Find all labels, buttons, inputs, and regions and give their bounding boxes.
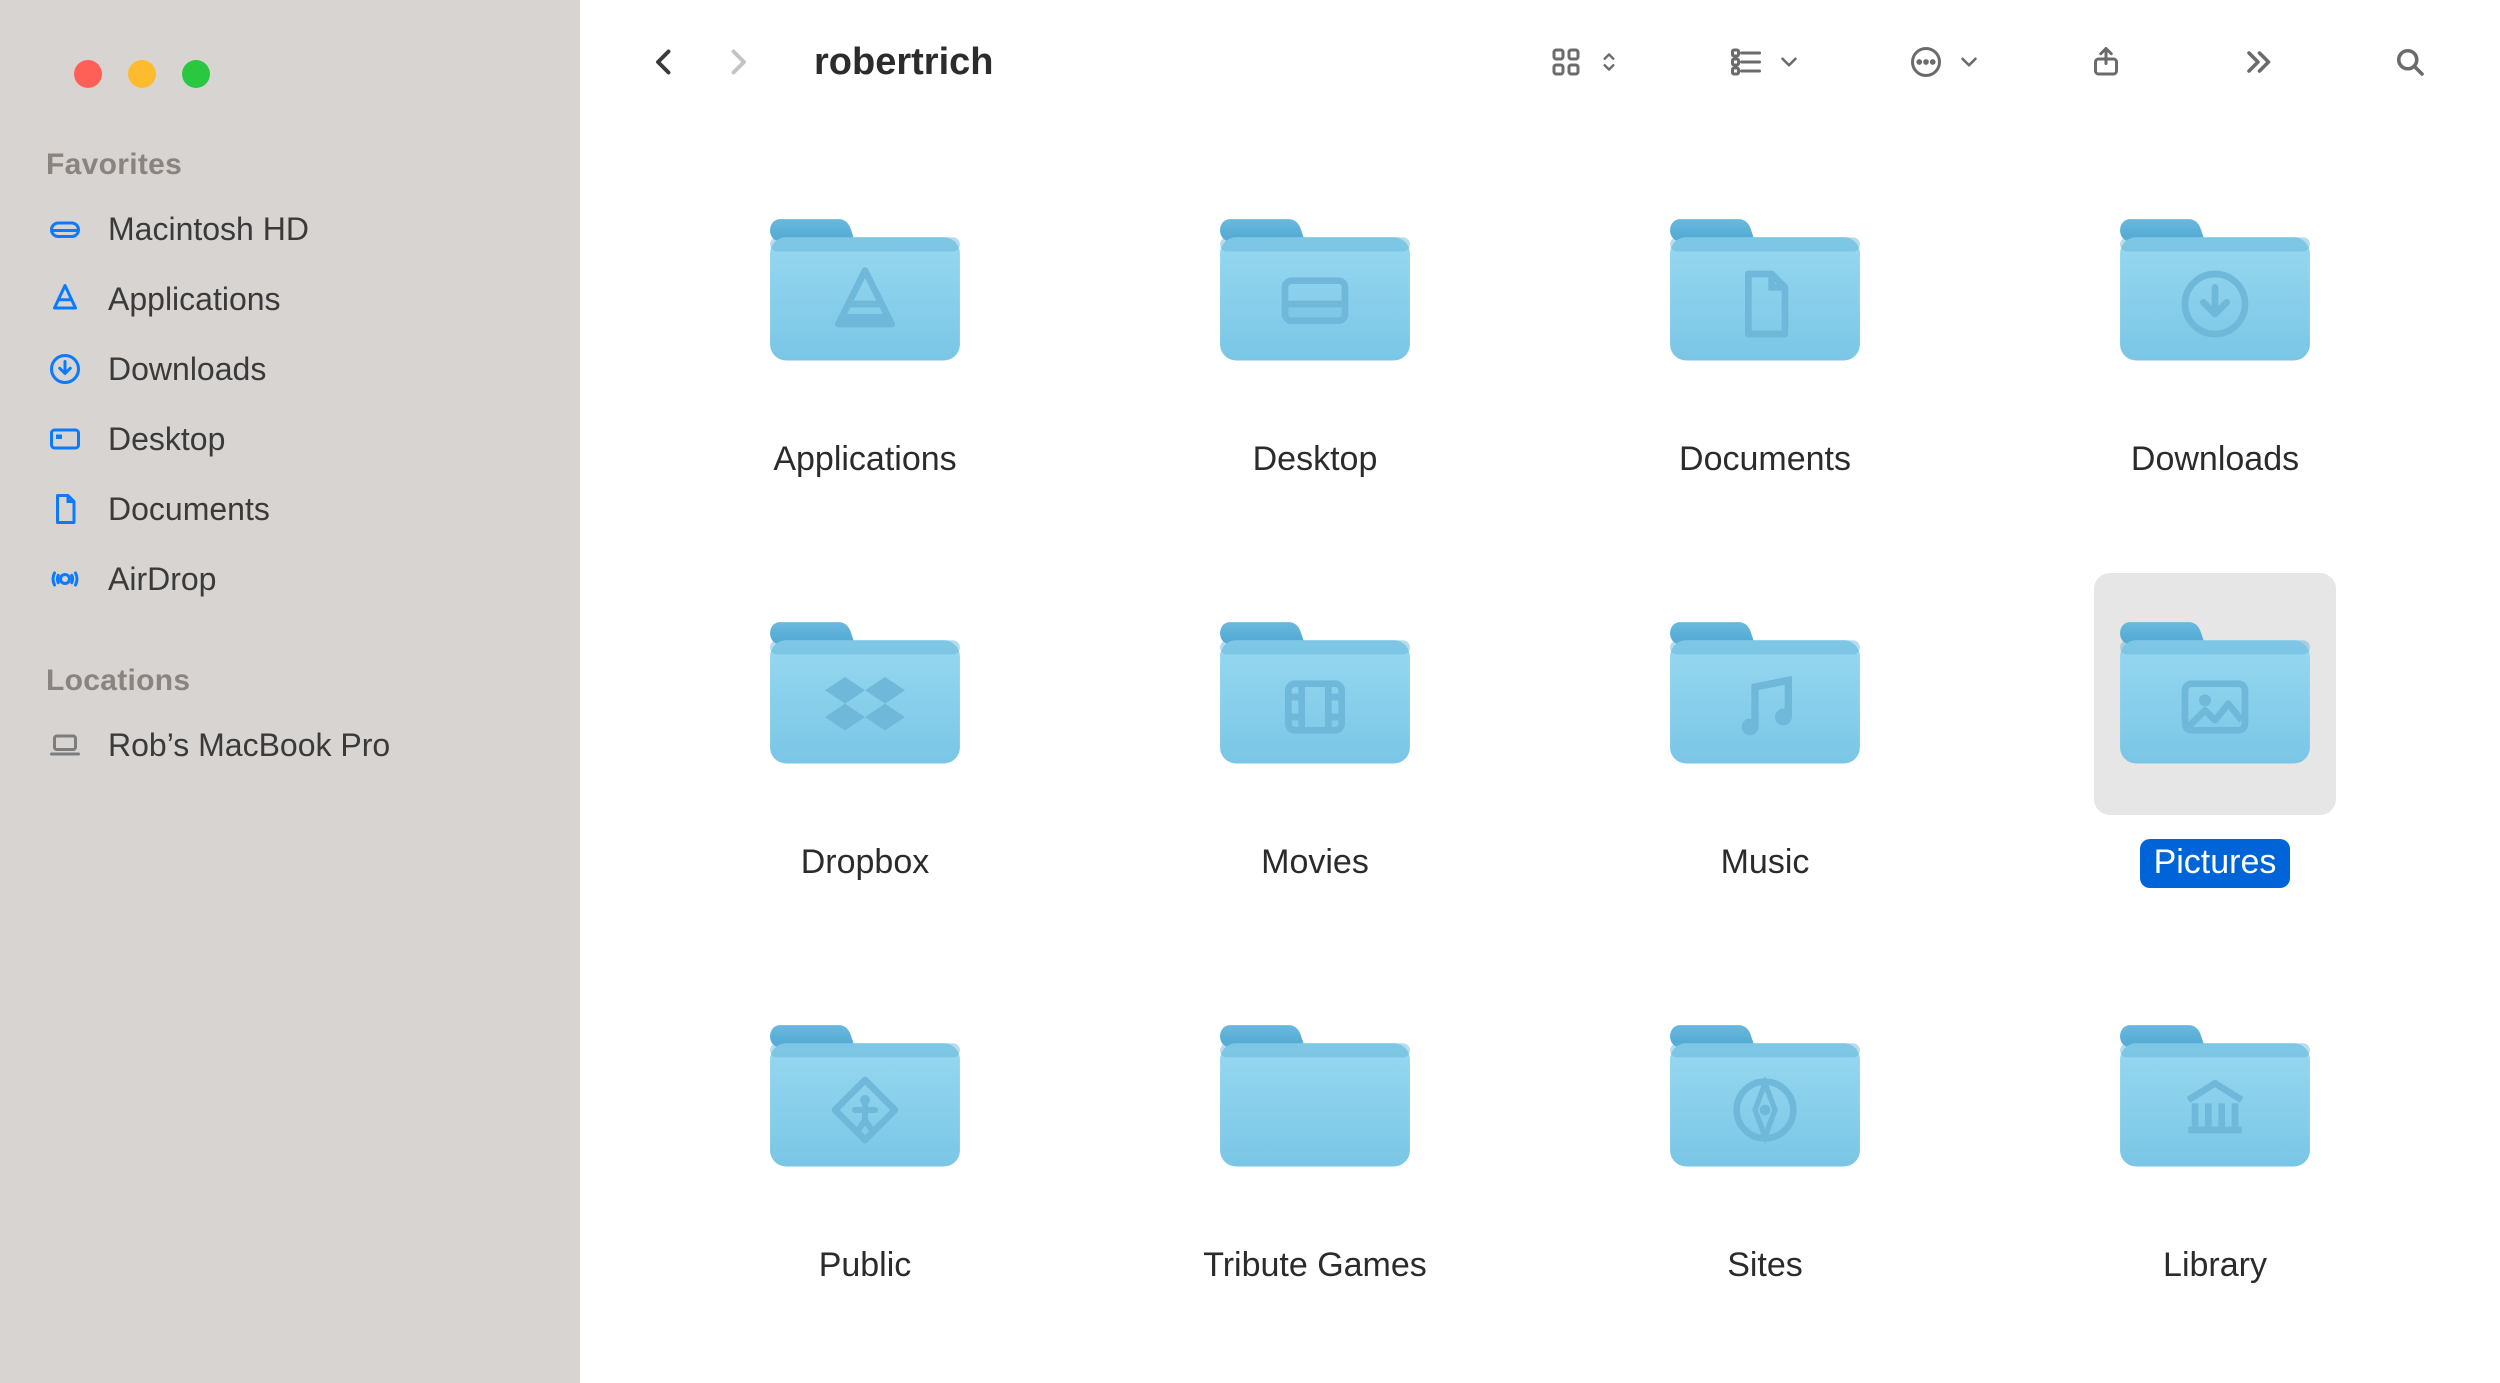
folder-label: Public — [805, 1242, 926, 1291]
content-pane: robertrich ApplicationsDeskt — [580, 0, 2500, 1383]
folder-label: Documents — [1665, 436, 1865, 485]
folder-grid: Applications Desktop Documents Downloads Dro… — [580, 120, 2500, 1383]
window-controls — [40, 30, 550, 138]
folder-label: Desktop — [1239, 436, 1392, 485]
folder-item-documents[interactable]: Documents — [1560, 170, 1970, 485]
group-view-icon — [1718, 34, 1774, 90]
favorites-header: Favorites — [40, 138, 550, 194]
document-icon — [44, 488, 86, 530]
toolbar-overflow-button[interactable] — [2230, 34, 2286, 90]
folder-icon — [2094, 573, 2336, 815]
folder-icon — [1644, 976, 1886, 1218]
folder-icon — [1194, 573, 1436, 815]
window-title: robertrich — [784, 41, 1520, 84]
folder-icon — [744, 170, 986, 412]
sidebar-item-macintosh-hd[interactable]: Macintosh HD — [40, 194, 550, 264]
folder-label: Tribute Games — [1189, 1242, 1441, 1291]
sidebar-item-label: Macintosh HD — [108, 211, 309, 248]
sidebar-item-label: Desktop — [108, 421, 225, 458]
folder-icon — [744, 976, 986, 1218]
group-by-control[interactable] — [1718, 34, 1802, 90]
folder-label: Movies — [1247, 839, 1383, 888]
folder-item-tribute-games[interactable]: Tribute Games — [1110, 976, 1520, 1291]
sidebar-item-downloads[interactable]: Downloads — [40, 334, 550, 404]
folder-label: Pictures — [2140, 839, 2291, 888]
hdd-icon — [44, 208, 86, 250]
sidebar-item-documents[interactable]: Documents — [40, 474, 550, 544]
chevron-down-icon — [1776, 34, 1802, 90]
forward-button[interactable] — [710, 34, 766, 90]
back-button[interactable] — [636, 34, 692, 90]
folder-icon — [1644, 170, 1886, 412]
folder-item-sites[interactable]: Sites — [1560, 976, 1970, 1291]
folder-icon — [744, 573, 986, 815]
sidebar-item-applications[interactable]: Applications — [40, 264, 550, 334]
sidebar: Favorites Macintosh HD Applications Down… — [0, 0, 580, 1383]
folder-item-public[interactable]: Public — [660, 976, 1070, 1291]
sidebar-item-this-mac[interactable]: Rob’s MacBook Pro — [40, 710, 550, 780]
folder-item-desktop[interactable]: Desktop — [1110, 170, 1520, 485]
minimize-window-button[interactable] — [128, 60, 156, 88]
updown-icon — [1596, 34, 1622, 90]
toolbar: robertrich — [580, 0, 2500, 120]
sidebar-item-label: Rob’s MacBook Pro — [108, 727, 390, 764]
folder-item-applications[interactable]: Applications — [660, 170, 1070, 485]
folder-label: Sites — [1713, 1242, 1817, 1291]
folder-item-music[interactable]: Music — [1560, 573, 1970, 888]
sidebar-item-label: Applications — [108, 281, 281, 318]
folder-icon — [1644, 573, 1886, 815]
desktop-icon — [44, 418, 86, 460]
grid-view-icon — [1538, 34, 1594, 90]
sidebar-item-desktop[interactable]: Desktop — [40, 404, 550, 474]
sidebar-item-airdrop[interactable]: AirDrop — [40, 544, 550, 614]
search-button[interactable] — [2382, 34, 2438, 90]
laptop-icon — [44, 724, 86, 766]
zoom-window-button[interactable] — [182, 60, 210, 88]
folder-icon — [2094, 170, 2336, 412]
folder-label: Dropbox — [787, 839, 944, 888]
folder-item-pictures[interactable]: Pictures — [2010, 573, 2420, 888]
folder-icon — [1194, 170, 1436, 412]
share-button[interactable] — [2078, 34, 2134, 90]
locations-header: Locations — [40, 654, 550, 710]
sidebar-item-label: Downloads — [108, 351, 266, 388]
folder-item-downloads[interactable]: Downloads — [2010, 170, 2420, 485]
folder-item-dropbox[interactable]: Dropbox — [660, 573, 1070, 888]
folder-icon — [2094, 976, 2336, 1218]
download-circle-icon — [44, 348, 86, 390]
folder-label: Downloads — [2117, 436, 2313, 485]
chevron-down-icon — [1956, 34, 1982, 90]
sidebar-item-label: Documents — [108, 491, 270, 528]
finder-window: Favorites Macintosh HD Applications Down… — [0, 0, 2500, 1383]
apps-icon — [44, 278, 86, 320]
folder-item-library[interactable]: Library — [2010, 976, 2420, 1291]
folder-label: Applications — [759, 436, 970, 485]
folder-icon — [1194, 976, 1436, 1218]
more-circle-icon — [1898, 34, 1954, 90]
view-mode-control[interactable] — [1538, 34, 1622, 90]
action-menu-button[interactable] — [1898, 34, 1982, 90]
airdrop-icon — [44, 558, 86, 600]
folder-label: Music — [1707, 839, 1824, 888]
close-window-button[interactable] — [74, 60, 102, 88]
sidebar-item-label: AirDrop — [108, 561, 216, 598]
folder-label: Library — [2149, 1242, 2281, 1291]
folder-item-movies[interactable]: Movies — [1110, 573, 1520, 888]
